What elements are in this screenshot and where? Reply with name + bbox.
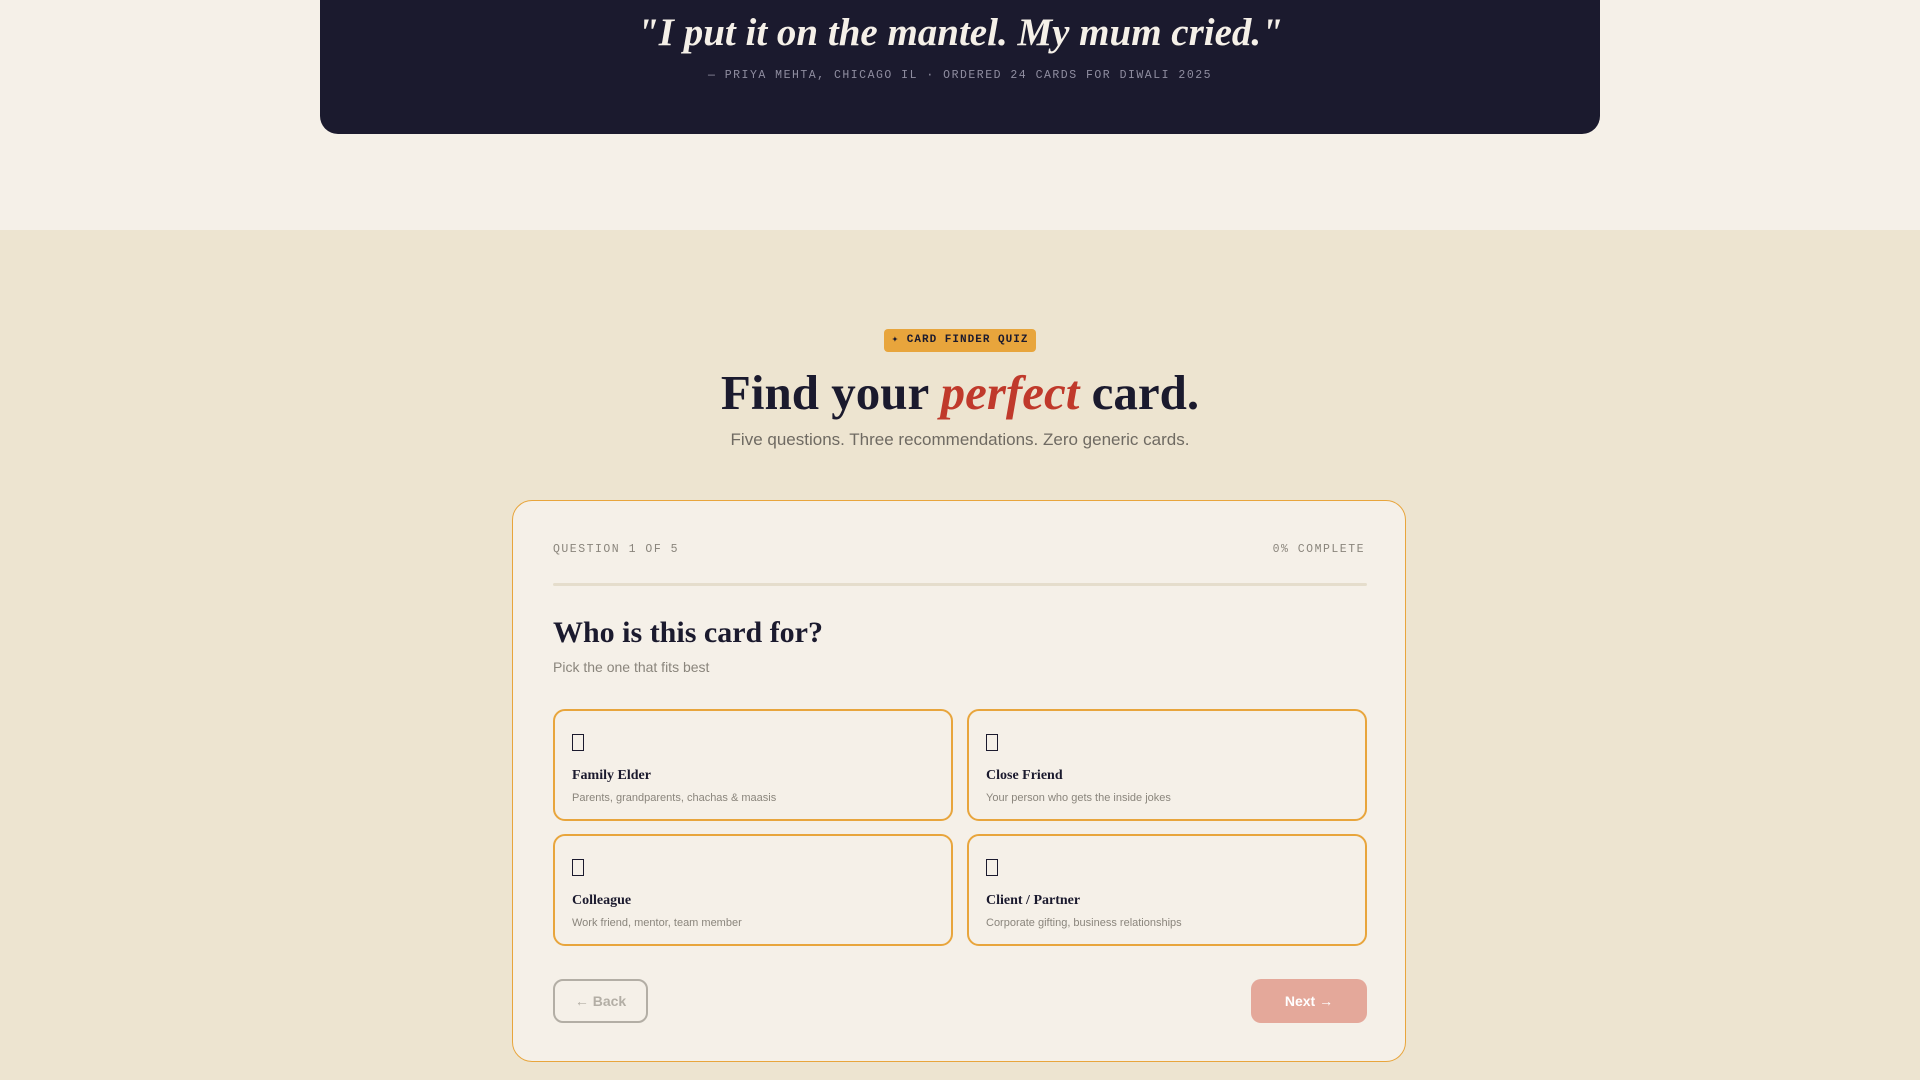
option-label: Client / Partner xyxy=(986,893,1081,908)
missing-glyph-icon xyxy=(986,859,998,876)
missing-glyph-icon xyxy=(572,859,584,876)
option-colleague[interactable]: Colleague Work friend, mentor, team memb… xyxy=(553,834,953,946)
option-client-partner[interactable]: Client / Partner Corporate gifting, busi… xyxy=(967,834,1367,946)
option-family-elder[interactable]: Family Elder Parents, grandparents, chac… xyxy=(553,709,953,821)
testimonial-panel: "I put it on the mantel. My mum cried." … xyxy=(320,0,1600,134)
option-description: Your person who gets the inside jokes xyxy=(986,792,1171,804)
quiz-subheading: Five questions. Three recommendations. Z… xyxy=(730,430,1190,449)
testimonial-attribution: — PRIYA MEHTA, CHICAGO IL · ORDERED 24 C… xyxy=(707,69,1213,82)
quiz-heading: Find your perfect card. xyxy=(0,364,1920,422)
question-title: Who is this card for? xyxy=(553,616,823,649)
option-close-friend[interactable]: Close Friend Your person who gets the in… xyxy=(967,709,1367,821)
quiz-card: QUESTION 1 OF 5 0% COMPLETE Who is this … xyxy=(512,500,1406,1062)
missing-glyph-icon xyxy=(986,734,998,751)
option-description: Parents, grandparents, chachas & maasis xyxy=(572,792,777,804)
missing-glyph-icon xyxy=(572,734,584,751)
next-button[interactable]: Next → xyxy=(1251,979,1367,1023)
heading-text-end: card. xyxy=(1079,365,1200,420)
completion-percent: 0% COMPLETE xyxy=(1272,543,1365,556)
testimonial-quote: "I put it on the mantel. My mum cried." xyxy=(637,11,1283,54)
option-label: Family Elder xyxy=(572,768,651,783)
back-button[interactable]: ← Back xyxy=(553,979,648,1023)
option-description: Work friend, mentor, team member xyxy=(572,917,742,929)
heading-accent-word: perfect xyxy=(940,365,1080,420)
quiz-badge: ✦ CARD FINDER QUIZ xyxy=(884,329,1036,352)
option-label: Close Friend xyxy=(986,768,1063,783)
question-hint: Pick the one that fits best xyxy=(553,659,710,675)
progress-bar xyxy=(553,583,1367,586)
heading-text-start: Find your xyxy=(720,365,941,420)
question-counter: QUESTION 1 OF 5 xyxy=(553,543,680,556)
option-description: Corporate gifting, business relationship… xyxy=(986,917,1182,929)
option-label: Colleague xyxy=(572,893,632,908)
